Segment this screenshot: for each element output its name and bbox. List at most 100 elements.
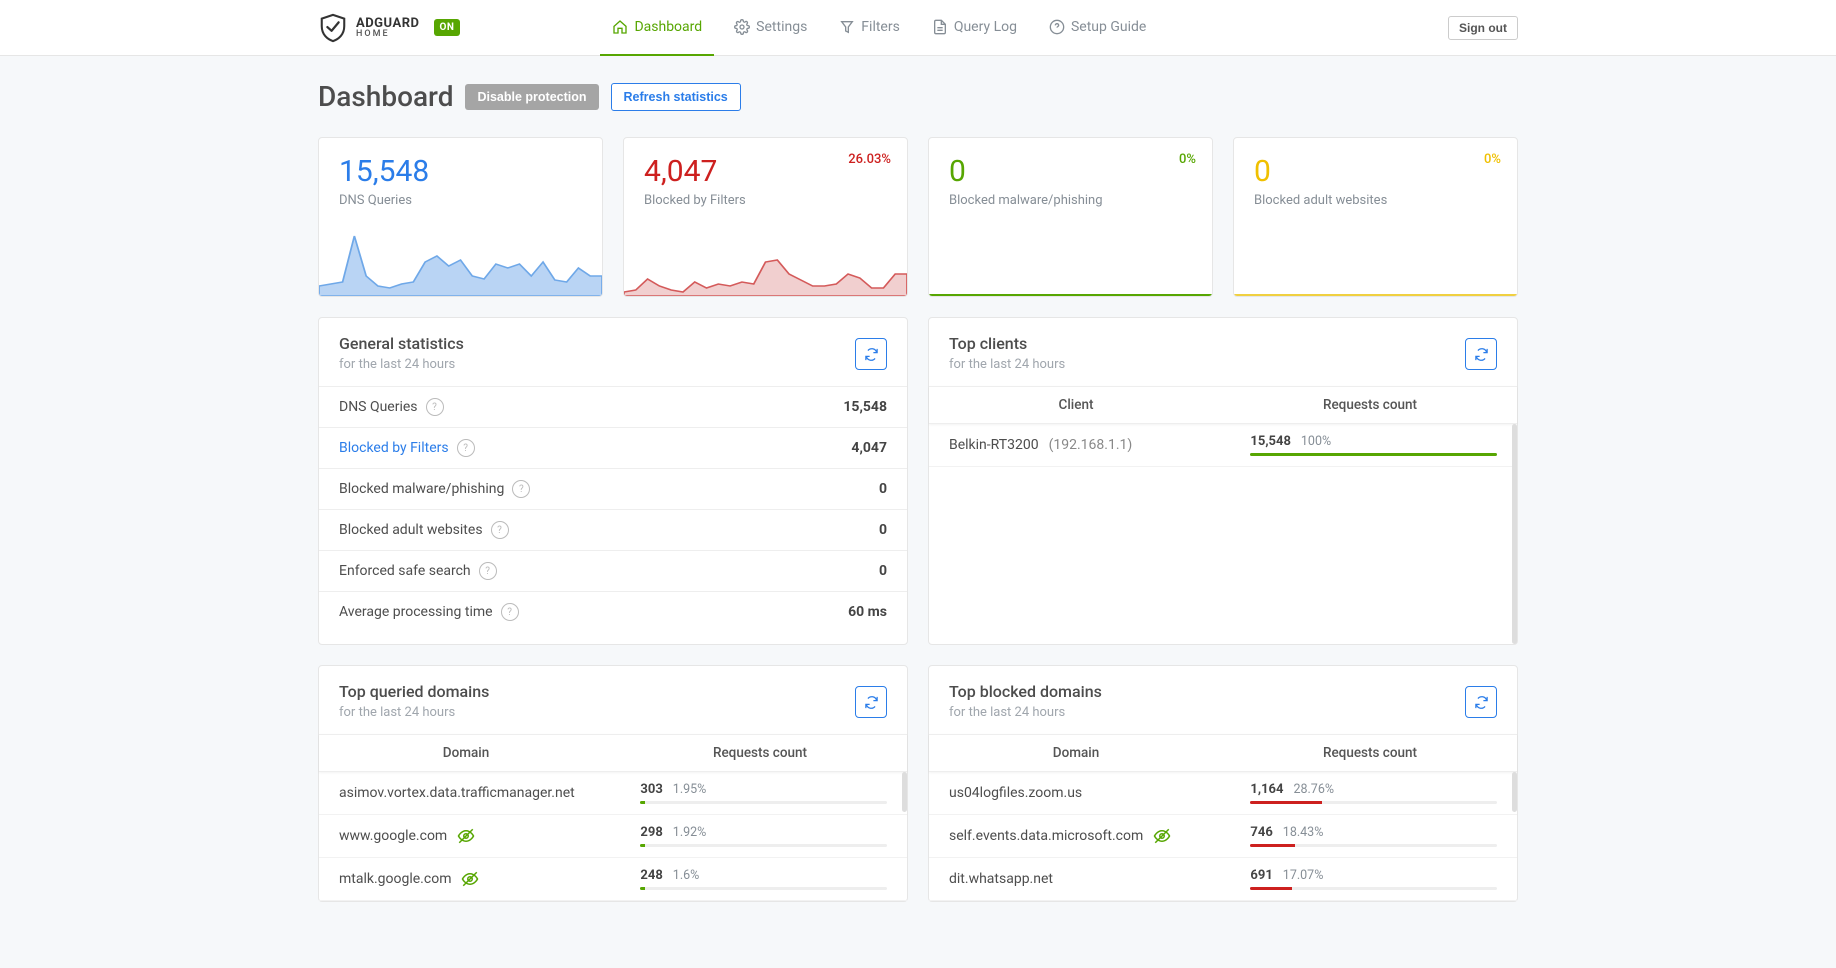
refresh-statistics-button[interactable]: Refresh statistics	[611, 83, 741, 111]
brand-name: ADGUARD	[356, 17, 420, 30]
request-count: 746	[1250, 825, 1272, 840]
card-title: General statistics	[339, 334, 464, 353]
file-icon	[932, 19, 948, 35]
stats-row-blocked-filters: Blocked by Filters? 4,047	[319, 427, 907, 468]
nav-settings[interactable]: Settings	[722, 0, 819, 56]
blocked-sparkline	[624, 208, 907, 296]
help-icon[interactable]: ?	[457, 439, 475, 457]
table-row[interactable]: dit.whatsapp.net69117.07%	[929, 858, 1517, 901]
tracker-icon	[457, 827, 475, 845]
domain-name: us04logfiles.zoom.us	[949, 785, 1082, 801]
col-requests: Requests count	[613, 735, 907, 771]
request-pct: 100%	[1301, 434, 1331, 449]
stats-row-avg-time: Average processing time? 60 ms	[319, 591, 907, 632]
col-domain: Domain	[319, 735, 613, 771]
stat-blocked-adult[interactable]: 0% 0 Blocked adult websites	[1233, 137, 1518, 297]
stat-dns-queries[interactable]: 15,548 DNS Queries	[318, 137, 603, 297]
request-pct: 1.6%	[673, 868, 700, 883]
table-row[interactable]: mtalk.google.com 248 1.6%	[319, 858, 907, 901]
domain-name: dit.whatsapp.net	[949, 871, 1053, 887]
card-title: Top queried domains	[339, 682, 489, 701]
table-row[interactable]: self.events.data.microsoft.com 746 18.43%	[929, 815, 1517, 858]
table-row[interactable]: www.google.com 298 1.92%	[319, 815, 907, 858]
top-header: ADGUARD HOME ON Dashboard Settings Filte…	[0, 0, 1836, 56]
refresh-button[interactable]	[1465, 338, 1497, 370]
tracker-icon	[1153, 827, 1171, 845]
nav-setup-guide[interactable]: Setup Guide	[1037, 0, 1158, 56]
table-row[interactable]: asimov.vortex.data.trafficmanager.net 303…	[319, 772, 907, 815]
domain-name: asimov.vortex.data.trafficmanager.net	[339, 785, 575, 801]
accent-bar	[1234, 294, 1517, 296]
title-row: Dashboard Disable protection Refresh sta…	[318, 80, 1518, 113]
card-subtitle: for the last 24 hours	[339, 357, 464, 372]
client-ip: (192.168.1.1)	[1049, 437, 1133, 453]
request-count: 248	[640, 868, 662, 883]
home-icon	[612, 19, 628, 35]
help-icon[interactable]: ?	[426, 398, 444, 416]
sign-out-button[interactable]: Sign out	[1448, 16, 1518, 40]
stat-label: Blocked adult websites	[1234, 193, 1517, 208]
disable-protection-button[interactable]: Disable protection	[465, 84, 598, 110]
help-icon[interactable]: ?	[479, 562, 497, 580]
page-title: Dashboard	[318, 80, 453, 113]
help-icon[interactable]: ?	[512, 480, 530, 498]
logo[interactable]: ADGUARD HOME ON	[318, 13, 460, 43]
request-pct: 1.95%	[673, 782, 707, 797]
card-subtitle: for the last 24 hours	[339, 705, 489, 720]
domain-name: mtalk.google.com	[339, 871, 451, 887]
top-blocked-card: Top blocked domains for the last 24 hour…	[928, 665, 1518, 902]
stat-pct: 0%	[1179, 152, 1196, 167]
shield-icon	[318, 13, 348, 43]
request-count: 15,548	[1250, 434, 1291, 449]
general-statistics-card: General statistics for the last 24 hours…	[318, 317, 908, 645]
top-queried-card: Top queried domains for the last 24 hour…	[318, 665, 908, 902]
table-row[interactable]: us04logfiles.zoom.us1,16428.76%	[929, 772, 1517, 815]
stat-blocked-filters[interactable]: 26.03% 4,047 Blocked by Filters	[623, 137, 908, 297]
help-icon[interactable]: ?	[491, 521, 509, 539]
client-name: Belkin-RT3200	[949, 437, 1039, 453]
table-row[interactable]: Belkin-RT3200 (192.168.1.1) 15,548 100%	[929, 424, 1517, 467]
stat-label: DNS Queries	[319, 193, 602, 208]
nav-filters[interactable]: Filters	[827, 0, 912, 56]
stat-blocked-malware[interactable]: 0% 0 Blocked malware/phishing	[928, 137, 1213, 297]
scrollbar[interactable]	[902, 772, 907, 812]
stat-value: 0	[1234, 138, 1517, 193]
col-client: Client	[929, 387, 1223, 423]
scrollbar[interactable]	[1512, 424, 1517, 644]
help-icon[interactable]: ?	[501, 603, 519, 621]
stat-pct: 26.03%	[848, 152, 891, 167]
col-requests: Requests count	[1223, 387, 1517, 423]
stats-row-blocked-adult: Blocked adult websites? 0	[319, 509, 907, 550]
refresh-icon	[864, 695, 879, 710]
request-count: 298	[640, 825, 662, 840]
stat-value: 0	[929, 138, 1212, 193]
domain-name: self.events.data.microsoft.com	[949, 828, 1143, 844]
top-clients-card: Top clients for the last 24 hours Client…	[928, 317, 1518, 645]
main-nav: Dashboard Settings Filters Query Log Set…	[600, 0, 1158, 56]
refresh-button[interactable]	[1465, 686, 1497, 718]
table-header: Client Requests count	[929, 386, 1517, 424]
tracker-icon	[461, 870, 479, 888]
refresh-button[interactable]	[855, 338, 887, 370]
card-subtitle: for the last 24 hours	[949, 705, 1102, 720]
nav-dashboard[interactable]: Dashboard	[600, 0, 714, 56]
stats-row-dns-queries: DNS Queries? 15,548	[319, 386, 907, 427]
request-pct: 1.92%	[673, 825, 707, 840]
request-count: 303	[640, 782, 662, 797]
help-icon	[1049, 19, 1065, 35]
brand-sub: HOME	[356, 30, 420, 39]
refresh-icon	[1474, 695, 1489, 710]
accent-bar	[929, 294, 1212, 296]
request-pct: 28.76%	[1293, 782, 1334, 797]
domain-name: www.google.com	[339, 828, 447, 844]
scrollbar[interactable]	[1512, 772, 1517, 812]
table-header: Domain Requests count	[929, 734, 1517, 772]
request-pct: 17.07%	[1283, 868, 1324, 883]
gear-icon	[734, 19, 750, 35]
refresh-button[interactable]	[855, 686, 887, 718]
filter-icon	[839, 19, 855, 35]
table-header: Domain Requests count	[319, 734, 907, 772]
stat-value: 15,548	[319, 138, 602, 193]
nav-query-log[interactable]: Query Log	[920, 0, 1029, 56]
request-pct: 18.43%	[1283, 825, 1324, 840]
